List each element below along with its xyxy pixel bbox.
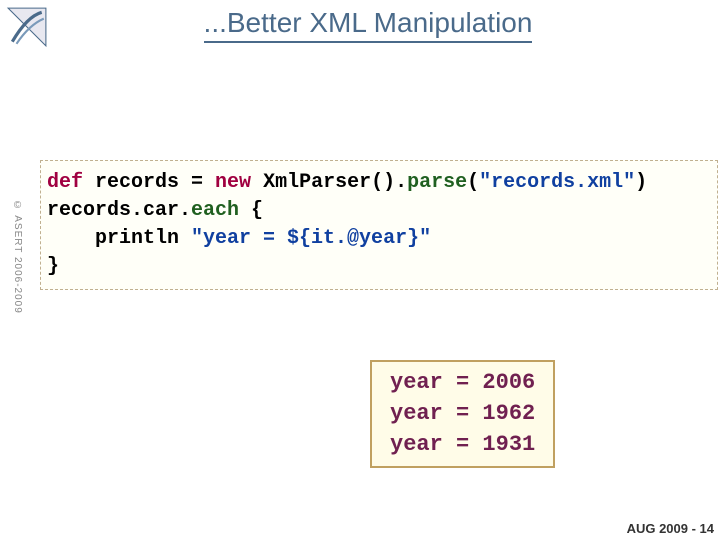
slide-header: ...Better XML Manipulation — [0, 0, 728, 50]
code-text: records = — [83, 171, 215, 194]
code-keyword: def — [47, 171, 83, 194]
code-string: "year = ${it.@year}" — [191, 227, 431, 250]
output-line: year = 2006 — [390, 370, 535, 395]
code-keyword: new — [215, 171, 251, 194]
code-text: ) — [635, 171, 647, 194]
output-block: year = 2006 year = 1962 year = 1931 — [370, 360, 555, 468]
code-text: XmlParser(). — [251, 171, 407, 194]
code-text: println — [47, 227, 191, 250]
code-method: each — [191, 199, 239, 222]
title-wrap: ...Better XML Manipulation — [8, 7, 728, 43]
slide-title: ...Better XML Manipulation — [204, 7, 533, 43]
code-block: def records = new XmlParser().parse("rec… — [40, 160, 718, 290]
code-text: } — [47, 255, 59, 278]
slide-footer: AUG 2009 - 14 — [627, 521, 714, 536]
code-text: records.car. — [47, 199, 191, 222]
code-string: "records.xml" — [479, 171, 635, 194]
copyright-text: © ASERT 2006-2009 — [12, 200, 23, 314]
code-text: ( — [467, 171, 479, 194]
output-line: year = 1962 — [390, 401, 535, 426]
output-line: year = 1931 — [390, 432, 535, 457]
code-text: { — [239, 199, 263, 222]
code-method: parse — [407, 171, 467, 194]
